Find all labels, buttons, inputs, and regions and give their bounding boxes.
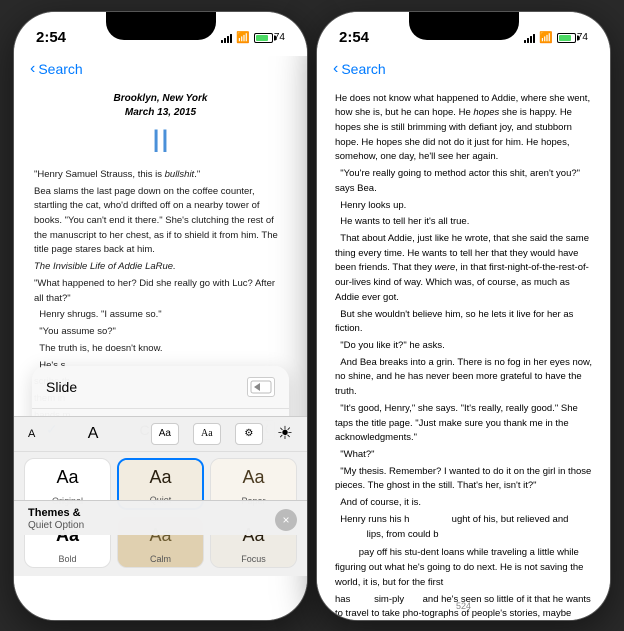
nav-bar-right: ‹ Search [317, 56, 610, 84]
brightness-icon[interactable]: ☀ [277, 423, 293, 445]
para-4: "What happened to her? Did she really go… [34, 277, 287, 306]
notch-right [409, 12, 519, 40]
status-icons-right: 📶 74 [524, 31, 588, 44]
para-5: Henry shrugs. "I assume so." [34, 308, 287, 323]
right-para-6: But she wouldn't believe him, so he lets… [335, 308, 592, 337]
theme-quiet-preview: Aa [119, 460, 202, 495]
right-para-8: And Bea breaks into a grin. There is no … [335, 356, 592, 400]
notch-left [106, 12, 216, 40]
wifi-icon: 📶 [236, 31, 250, 44]
signal-icon [221, 33, 232, 43]
font-icon-aa[interactable]: Aa [151, 423, 179, 445]
right-para-4: He wants to tell her it's all true. [335, 215, 592, 230]
left-phone: 2:54 📶 74 ‹ Search [13, 11, 308, 621]
font-size-row: A A Aa Aa ⚙ ☀ [14, 417, 307, 452]
phones-container: 2:54 📶 74 ‹ Search [0, 0, 624, 631]
right-para-12: And of course, it is. [335, 496, 592, 511]
right-para-11: "My thesis. Remember? I wanted to do it … [335, 465, 592, 494]
bar1 [221, 40, 223, 43]
right-para-14: pay off his stu-dent loans while traveli… [335, 546, 592, 590]
time-left: 2:54 [36, 29, 66, 46]
page-number: 524 [456, 600, 471, 614]
theme-paper-aa: Aa [242, 467, 264, 488]
book-location: Brooklyn, New YorkMarch 13, 2015 [34, 92, 287, 120]
right-para-10: "What?" [335, 448, 592, 463]
back-button-right[interactable]: ‹ Search [333, 60, 386, 78]
theme-original-aa: Aa [56, 467, 78, 488]
font-icon-serif[interactable]: Aa [193, 423, 221, 445]
time-right: 2:54 [339, 29, 369, 46]
back-label-left: Search [38, 61, 82, 77]
back-button-left[interactable]: ‹ Search [30, 60, 83, 78]
slide-label: Slide [46, 379, 77, 395]
theme-bold-name: Bold [58, 554, 76, 567]
right-para-1: He does not know what happened to Addie,… [335, 92, 592, 166]
bar2 [224, 38, 226, 43]
close-themes-button[interactable]: × [275, 509, 297, 531]
font-icon-settings[interactable]: ⚙ [235, 423, 263, 445]
theme-original-preview: Aa [25, 459, 110, 496]
font-large-label: A [88, 425, 99, 443]
right-para-7: "Do you like it?" he asks. [335, 339, 592, 354]
chapter-number: II [34, 122, 287, 160]
battery-icon-right: 74 [557, 32, 588, 43]
font-small-label: A [28, 428, 35, 440]
para-3: The Invisible Life of Addie LaRue. [34, 260, 287, 275]
right-para-5: That about Addie, just like he wrote, th… [335, 232, 592, 306]
signal-icon-right [524, 33, 535, 43]
bar4 [230, 34, 232, 43]
right-para-9: "It's good, Henry," she says. "It's real… [335, 402, 592, 446]
book-content-right: He does not know what happened to Addie,… [317, 84, 610, 620]
themes-bar: Themes & Quiet Option × [14, 500, 307, 535]
themes-title: Themes & [28, 507, 84, 519]
para-6: "You assume so?" [34, 325, 287, 340]
theme-calm-name: Calm [118, 554, 203, 567]
status-icons-left: 📶 74 [221, 31, 285, 44]
slide-icon [247, 377, 275, 397]
back-label-right: Search [341, 61, 385, 77]
para-2: Bea slams the last page down on the coff… [34, 185, 287, 259]
wifi-icon-right: 📶 [539, 31, 553, 44]
battery-icon: 74 [254, 32, 285, 43]
right-para-2: "You're really going to method actor thi… [335, 167, 592, 196]
right-para-13: Henry runs his h ught of his, but reliev… [335, 513, 592, 542]
bottom-controls: A A Aa Aa ⚙ ☀ Aa Original [14, 416, 307, 576]
font-icons: Aa Aa ⚙ ☀ [151, 423, 293, 445]
para-7: The truth is, he doesn't know. [34, 342, 287, 357]
back-chevron-icon-right: ‹ [333, 60, 338, 78]
theme-paper-preview: Aa [211, 459, 296, 496]
theme-focus-name: Focus [211, 554, 296, 567]
right-para-3: Henry looks up. [335, 199, 592, 214]
book-title-section: Brooklyn, New YorkMarch 13, 2015 II [34, 92, 287, 160]
back-chevron-icon: ‹ [30, 60, 35, 78]
themes-subtitle: Quiet Option [28, 520, 84, 531]
nav-bar-left: ‹ Search [14, 56, 307, 84]
status-bar-left: 2:54 📶 74 [14, 12, 307, 56]
slide-option[interactable]: Slide [32, 366, 289, 409]
para-1: "Henry Samuel Strauss, this is bullshit.… [34, 168, 287, 183]
bar3 [227, 36, 229, 43]
status-bar-right: 2:54 📶 74 [317, 12, 610, 56]
right-phone: 2:54 📶 74 ‹ Search [316, 11, 611, 621]
theme-quiet-aa: Aa [149, 467, 171, 488]
